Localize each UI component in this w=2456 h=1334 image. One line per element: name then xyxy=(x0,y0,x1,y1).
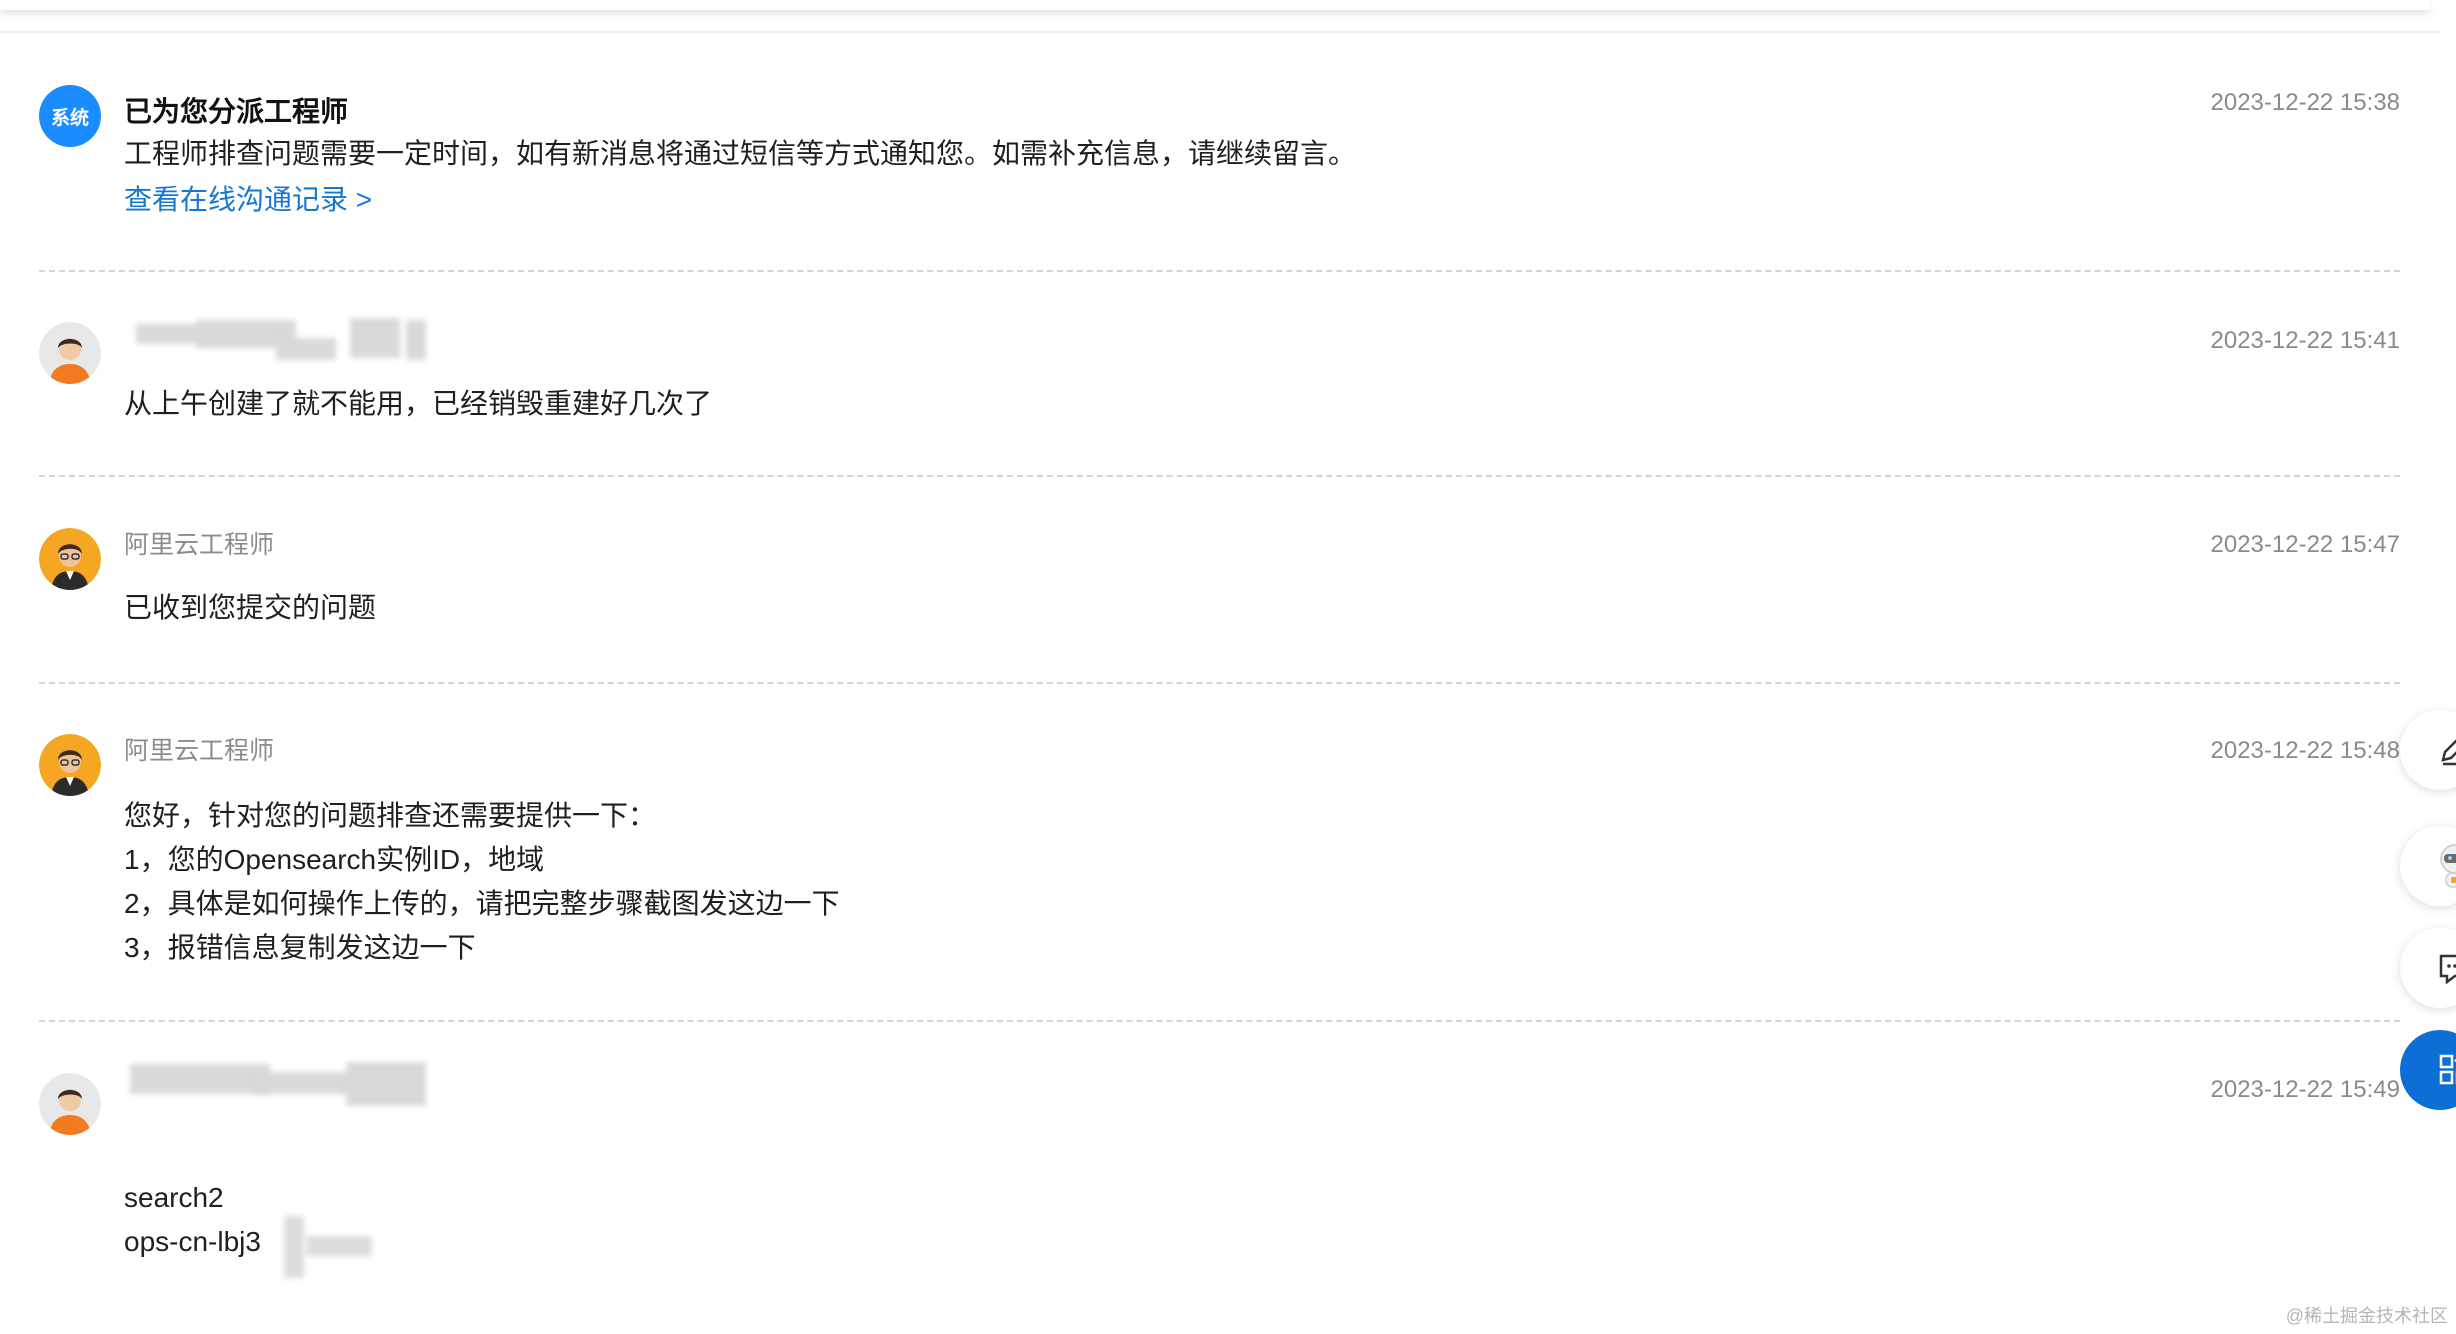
watermark: @稀土掘金技术社区 xyxy=(2285,1306,2448,1326)
message-divider xyxy=(39,682,2400,684)
message-time: 2023-12-22 15:48 xyxy=(2210,737,2401,764)
message-text: 已收到您提交的问题 xyxy=(124,592,377,623)
message-text: 从上午创建了就不能用，已经销毁重建好几次了 xyxy=(124,388,713,419)
top-toolbar-edge xyxy=(0,0,2430,10)
blurred-user-name xyxy=(136,316,440,362)
user-avatar xyxy=(39,1073,101,1135)
message-text-line: 1，您的Opensearch实例ID，地域 xyxy=(124,844,545,875)
apps-button[interactable] xyxy=(2400,1030,2456,1110)
top-divider xyxy=(0,31,2440,33)
engineer-avatar xyxy=(39,528,101,590)
message-text-line: ops-cn-lbj3 xyxy=(124,1226,261,1257)
view-chat-record-link[interactable]: 查看在线沟通记录 > xyxy=(124,182,372,218)
apps-grid-icon xyxy=(2439,1054,2456,1085)
message-time: 2023-12-22 15:47 xyxy=(2210,531,2401,558)
engineer-avatar xyxy=(39,734,101,796)
message-divider xyxy=(39,475,2400,477)
blurred-id-tail xyxy=(306,1236,372,1256)
message-text-line: search2 xyxy=(124,1182,224,1213)
message-sender: 阿里云工程师 xyxy=(124,737,275,765)
blurred-id-tail xyxy=(284,1216,304,1278)
edit-button[interactable] xyxy=(2400,710,2456,790)
message-sender: 已为您分派工程师 xyxy=(124,96,349,127)
message-time: 2023-12-22 15:49 xyxy=(2210,1076,2401,1103)
chat-button[interactable] xyxy=(2400,928,2456,1008)
message-sender: 阿里云工程师 xyxy=(124,531,275,559)
user-avatar xyxy=(39,322,101,384)
message-time: 2023-12-22 15:38 xyxy=(2210,89,2401,116)
message-text-line: 您好，针对您的问题排查还需要提供一下： xyxy=(124,800,657,831)
assistant-button[interactable] xyxy=(2400,826,2456,906)
system-avatar: 系统 xyxy=(39,85,101,147)
message-divider xyxy=(39,270,2400,272)
chat-bubble-icon xyxy=(2439,954,2456,985)
system-avatar-label: 系统 xyxy=(50,107,89,129)
message-divider xyxy=(39,1020,2400,1022)
edit-icon xyxy=(2441,739,2456,766)
message-text: 工程师排查问题需要一定时间，如有新消息将通过短信等方式通知您。如需补充信息，请继… xyxy=(124,138,1357,169)
message-time: 2023-12-22 15:41 xyxy=(2210,327,2401,354)
blurred-user-name xyxy=(130,1060,440,1106)
message-text-line: 2，具体是如何操作上传的，请把完整步骤截图发这边一下 xyxy=(124,888,840,919)
robot-assistant-icon xyxy=(2440,844,2456,888)
message-text-line: 3，报错信息复制发这边一下 xyxy=(124,932,476,963)
